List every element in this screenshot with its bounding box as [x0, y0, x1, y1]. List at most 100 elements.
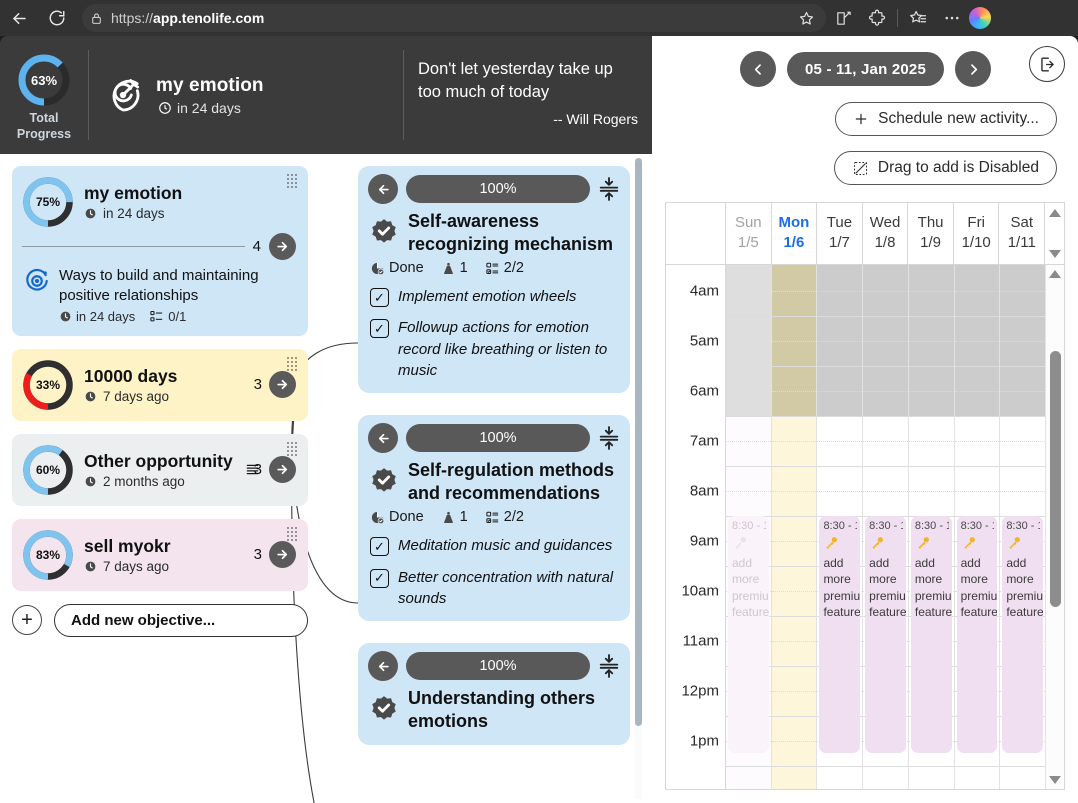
objective-key-result[interactable]: Ways to build and maintaining positive r… — [22, 262, 296, 326]
task-checkbox-icon[interactable]: ✓ — [370, 288, 389, 308]
scroll-down-arrow-icon[interactable] — [1048, 250, 1061, 258]
key-result-card[interactable]: 100% Understanding others emotions — [358, 643, 630, 746]
add-objective-input[interactable]: Add new objective... — [54, 603, 308, 637]
drag-to-add-toggle[interactable]: Drag to add is Disabled — [833, 151, 1057, 185]
grid-line — [908, 466, 954, 467]
objective-due: 7 days ago — [84, 389, 244, 404]
day-header-sat[interactable]: Sat 1/11 — [999, 203, 1046, 264]
split-screen-icon[interactable] — [826, 3, 860, 33]
key-result-card[interactable]: 100% Self-awareness recognizing mechanism… — [358, 166, 630, 394]
header-objective[interactable]: my emotion in 24 days — [89, 36, 403, 154]
calendar-event[interactable]: 8:30 - 1 add more premium features — [728, 516, 769, 753]
okr-board: 75% my emotion in 24 days 4 Ways to build an… — [0, 154, 652, 803]
objective-card[interactable]: 33% 10000 days 7 days ago 3 — [12, 348, 308, 421]
hour-label-gutter: 4am 5am 6am 7am 8am 9am 10am 11am 12pm 1pm — [666, 265, 726, 789]
grid-line — [726, 291, 771, 292]
calendar-event[interactable]: 8:30 - 1 add more premium features — [1002, 516, 1044, 753]
back-arrow-icon[interactable] — [0, 3, 38, 33]
day-header-mon[interactable]: Mon 1/6 — [772, 203, 818, 264]
day-column-tue[interactable]: 8:30 - 1 add more premium features — [817, 265, 864, 789]
task-item[interactable]: ✓ Meditation music and guidances — [368, 535, 620, 557]
favorite-star-icon[interactable] — [794, 3, 818, 33]
reload-icon[interactable] — [38, 3, 76, 33]
key-result-back-button[interactable] — [368, 423, 398, 454]
objective-open-button[interactable] — [269, 371, 296, 399]
key-result-back-button[interactable] — [368, 174, 398, 204]
day-header-sun[interactable]: Sun 1/5 — [726, 203, 772, 264]
collapse-icon[interactable] — [598, 653, 620, 679]
drag-handle-icon[interactable] — [287, 526, 299, 541]
objective-expand-row: 4 — [22, 233, 296, 260]
key-result-progress-pill[interactable]: 100% — [406, 424, 590, 453]
calendar-event[interactable]: 8:30 - 1 add more premium features — [910, 516, 952, 753]
objective-summary: 83% sell myokr 7 days ago 3 — [22, 529, 296, 581]
collapse-icon[interactable] — [598, 176, 620, 202]
scroll-up-arrow-icon[interactable] — [1048, 209, 1061, 217]
calendar-event[interactable]: 8:30 - 1 add more premium features — [819, 516, 861, 753]
drag-handle-icon[interactable] — [287, 356, 299, 371]
collections-icon[interactable] — [901, 3, 935, 33]
day-header-tue[interactable]: Tue 1/7 — [817, 203, 863, 264]
clock-icon — [84, 560, 97, 573]
schedule-new-activity-button[interactable]: Schedule new activity... — [835, 102, 1057, 136]
objective-info: sell myokr 7 days ago — [84, 536, 244, 575]
exit-icon[interactable] — [1029, 46, 1065, 82]
calendar-event[interactable]: 8:30 - 1 add more premium features — [865, 516, 906, 753]
calendar-scrollbar[interactable] — [1045, 265, 1064, 789]
grid-line — [726, 416, 771, 417]
grid-line — [817, 291, 863, 292]
copilot-icon[interactable] — [969, 7, 991, 29]
objective-open-button[interactable] — [269, 456, 296, 484]
task-item[interactable]: ✓ Implement emotion wheels — [368, 286, 620, 308]
objective-open-button[interactable] — [269, 541, 296, 569]
address-bar[interactable]: https://app.tenolife.com — [82, 4, 826, 32]
task-checkbox-icon[interactable]: ✓ — [370, 568, 389, 588]
key-result-back-button[interactable] — [368, 651, 398, 682]
collapse-icon[interactable] — [598, 425, 620, 451]
objective-open-button[interactable] — [269, 233, 296, 260]
drag-handle-icon[interactable] — [287, 441, 299, 456]
event-title: add more premium features — [823, 555, 861, 620]
grid-line — [908, 316, 954, 317]
calendar-scroll-down-icon[interactable] — [1049, 776, 1061, 784]
key-icon — [962, 535, 995, 553]
calendar-event[interactable]: 8:30 - 1 add more premium features — [956, 516, 998, 753]
key-result-card[interactable]: 100% Self-regulation methods and recommen… — [358, 415, 630, 622]
prev-week-button[interactable] — [740, 51, 776, 87]
objective-card[interactable]: 60% Other opportunity 2 months ago 3 — [12, 433, 308, 506]
next-week-button[interactable] — [955, 51, 991, 87]
task-item[interactable]: ✓ Better concentration with natural sound… — [368, 567, 620, 610]
objective-divider — [22, 246, 245, 247]
day-header-wed[interactable]: Wed 1/8 — [863, 203, 909, 264]
key-result-progress-pill[interactable]: 100% — [406, 175, 590, 203]
day-column-wed[interactable]: 8:30 - 1 add more premium features — [863, 265, 909, 789]
task-item[interactable]: ✓ Followup actions for emotion record lik… — [368, 317, 620, 381]
add-objective-row[interactable]: + Add new objective... — [12, 603, 308, 637]
grid-line — [1000, 416, 1046, 417]
day-column-sun[interactable]: 8:30 - 1 add more premium features — [726, 265, 772, 789]
day-column-fri[interactable]: 8:30 - 1 add more premium features — [954, 265, 1001, 789]
header-scroll-arrows[interactable] — [1045, 203, 1064, 264]
task-checkbox-icon[interactable]: ✓ — [370, 537, 389, 557]
grid-line — [1000, 766, 1046, 767]
key-icon — [824, 535, 857, 553]
add-objective-plus-icon[interactable]: + — [12, 605, 42, 636]
day-header-fri[interactable]: Fri 1/10 — [954, 203, 1000, 264]
site-info-lock-icon[interactable] — [90, 11, 103, 26]
extensions-puzzle-icon[interactable] — [860, 3, 894, 33]
key-result-progress-pill[interactable]: 100% — [406, 652, 590, 681]
objective-card[interactable]: 83% sell myokr 7 days ago 3 — [12, 518, 308, 591]
day-header-thu[interactable]: Thu 1/9 — [908, 203, 954, 264]
day-column-sat[interactable]: 8:30 - 1 add more premium features — [1000, 265, 1046, 789]
objective-card[interactable]: 75% my emotion in 24 days 4 Ways to build an… — [12, 166, 308, 336]
week-range-label[interactable]: 05 - 11, Jan 2025 — [787, 52, 944, 86]
day-column-thu[interactable]: 8:30 - 1 add more premium features — [908, 265, 955, 789]
board-scrollbar-thumb[interactable] — [635, 158, 642, 726]
calendar-scrollbar-thumb[interactable] — [1050, 351, 1061, 607]
day-column-mon[interactable] — [771, 265, 818, 789]
drag-handle-icon[interactable] — [287, 174, 299, 188]
hour-label: 8am — [689, 482, 719, 500]
calendar-scroll-up-icon[interactable] — [1049, 270, 1061, 278]
settings-more-icon[interactable] — [935, 3, 969, 33]
task-checkbox-icon[interactable]: ✓ — [370, 319, 389, 339]
